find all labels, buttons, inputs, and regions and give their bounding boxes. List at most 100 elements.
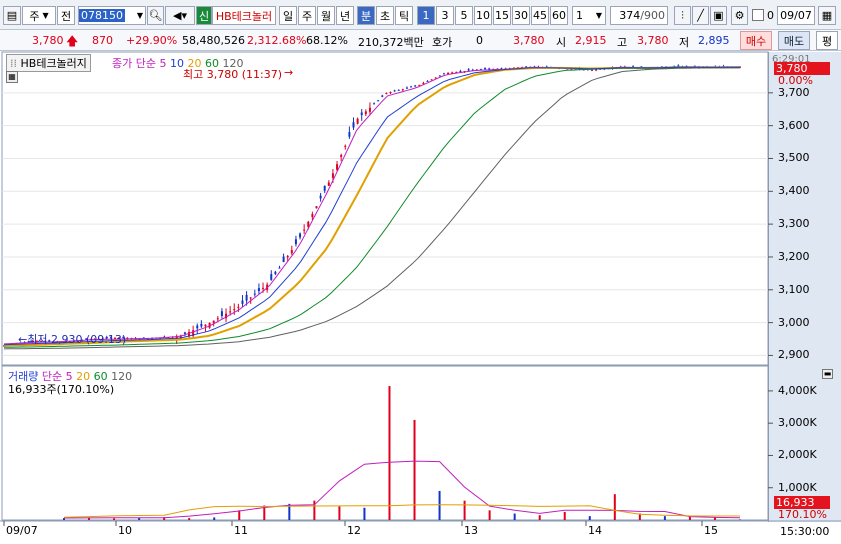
time-tick-label: 13	[464, 524, 478, 537]
draw-tool-icon[interactable]: ╱	[692, 6, 709, 25]
stock-name: HB테크놀러	[212, 6, 276, 25]
search-icon[interactable]: 🔍︎	[147, 6, 164, 25]
count-max: /900	[640, 9, 665, 22]
interval-3[interactable]: 3	[436, 6, 454, 25]
date-field[interactable]: 09/07	[777, 6, 815, 25]
candle-body	[463, 71, 466, 73]
tab-month[interactable]: 월	[317, 6, 335, 25]
market-select[interactable]: 주 ▼	[22, 6, 56, 25]
volume-ma-line-5	[63, 460, 741, 519]
price-panel-title[interactable]: ⁞⁞ HB테크놀러지	[6, 54, 91, 72]
candle-body	[739, 66, 741, 68]
candle-body	[578, 67, 581, 70]
interval-30[interactable]: 30	[512, 6, 530, 25]
volume: 58,480,526	[182, 34, 245, 47]
left-arrow-icon: ←	[18, 333, 28, 346]
volume-bar	[538, 515, 541, 520]
time-tick-label: 12	[347, 524, 361, 537]
interval-10[interactable]: 10	[474, 6, 492, 25]
ma-line-20	[3, 66, 740, 347]
interval-1[interactable]: 1	[417, 6, 435, 25]
volume-tick-label: 3,000K	[778, 416, 817, 430]
candle-body	[574, 68, 577, 70]
candle-body	[315, 206, 318, 209]
tab-day[interactable]: 일	[279, 6, 297, 25]
interval-60[interactable]: 60	[550, 6, 568, 25]
candle-body	[496, 68, 499, 70]
eval-button[interactable]: 평	[816, 31, 838, 50]
volume-bar	[688, 516, 691, 520]
volume-bar	[463, 500, 466, 520]
candle-body	[401, 89, 404, 91]
table-icon[interactable]: ▦	[6, 71, 18, 83]
candle-type-icon[interactable]: ⫶	[674, 6, 691, 25]
volume-bar	[663, 516, 666, 520]
candle-body	[237, 306, 240, 308]
candle-body	[566, 68, 569, 70]
candle-body	[558, 67, 561, 69]
quote-bar: 3,780 🡅 870 +29.90% 58,480,526 2,312.68%…	[0, 30, 841, 51]
candle-body	[323, 185, 326, 191]
candle-body	[220, 311, 223, 317]
price-tick-label: 2,900	[778, 348, 810, 362]
code-input[interactable]: 078150 ▼	[78, 6, 146, 25]
menu-icon[interactable]: ▤	[3, 6, 21, 25]
candle-body	[451, 72, 454, 74]
candle-body	[138, 338, 141, 340]
interval-select[interactable]: 1 ▼	[572, 6, 606, 25]
candle-body	[652, 68, 655, 70]
hoga-value: 0	[476, 34, 483, 47]
candle-body	[311, 214, 314, 217]
interval-5[interactable]: 5	[455, 6, 473, 25]
candle-body	[233, 309, 236, 311]
pct-tag: 0.00%	[778, 74, 813, 87]
high-label: 고	[617, 36, 628, 49]
candle-body	[299, 233, 302, 238]
volume-bar	[513, 513, 516, 520]
candle-body	[632, 66, 635, 68]
volume-bar	[638, 513, 641, 520]
current-price: 3,780	[32, 34, 64, 47]
candle-body	[142, 337, 145, 339]
code-value: 078150	[79, 9, 125, 22]
candle-body	[11, 344, 14, 346]
candle-body	[171, 336, 174, 338]
ma-legend-5: 5	[159, 57, 167, 70]
option-checkbox[interactable]	[752, 9, 764, 21]
interval-15[interactable]: 15	[493, 6, 511, 25]
candle-body	[393, 90, 396, 92]
tab-week[interactable]: 주	[298, 6, 316, 25]
market-label: 주	[29, 9, 40, 23]
buy-button[interactable]: 매수	[740, 31, 772, 50]
save-icon[interactable]: ▣	[710, 6, 727, 25]
sell-button[interactable]: 매도	[778, 31, 810, 50]
low-annotation: ←최저 2,930 (09:13)	[18, 331, 126, 347]
candle-body	[467, 69, 470, 71]
chevron-down-icon: ▼	[595, 11, 602, 20]
open-label: 시	[556, 36, 567, 49]
up-arrow-icon: 🡅	[66, 34, 79, 48]
tab-minute[interactable]: 분	[357, 6, 375, 25]
candle-body	[179, 335, 182, 340]
candle-body	[319, 195, 322, 199]
sound-icon[interactable]: ◀▾	[165, 6, 195, 25]
price-change: 870	[92, 34, 113, 47]
candle-body	[155, 337, 158, 339]
candle-body	[245, 294, 248, 301]
period-button[interactable]: 전	[57, 6, 75, 25]
panel-menu-icon[interactable]: ▬	[822, 369, 833, 379]
tab-year[interactable]: 년	[336, 6, 354, 25]
low-label: 저	[679, 36, 690, 49]
candle-body	[673, 66, 676, 68]
calendar-icon[interactable]: ▦	[818, 6, 836, 25]
gear-icon[interactable]: ⚙	[731, 6, 748, 25]
tab-tick[interactable]: 틱	[395, 6, 413, 25]
volume-bar	[363, 507, 366, 520]
interval-45[interactable]: 45	[531, 6, 549, 25]
candle-body	[447, 72, 450, 75]
candle-body	[599, 68, 602, 70]
volume-bar	[438, 490, 441, 520]
candle-body	[356, 118, 359, 124]
tab-second[interactable]: 초	[376, 6, 394, 25]
count-field[interactable]: 374 /900	[610, 6, 668, 25]
